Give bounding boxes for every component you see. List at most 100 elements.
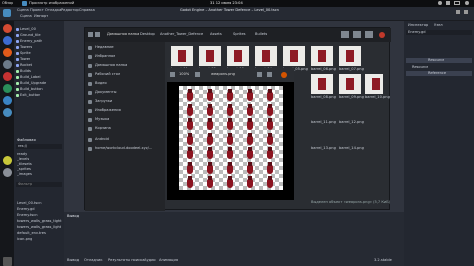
resource-row[interactable]: Resource	[406, 58, 472, 63]
scene-item[interactable]: Tower	[14, 57, 64, 62]
sprite-sheet-canvas[interactable]	[179, 86, 283, 190]
dock-app-icon[interactable]	[3, 36, 12, 45]
zoom-level[interactable]: 100%	[179, 72, 189, 77]
file-thumb[interactable]	[255, 46, 277, 66]
dock-app-icon[interactable]	[3, 60, 12, 69]
tab-inspector[interactable]: Инспектор	[408, 23, 428, 28]
file-item[interactable]: Enemy.tscn	[17, 213, 38, 218]
scene-item[interactable]: Build_Label	[14, 75, 64, 80]
sidebar-item-home[interactable]: Домашняя папка	[85, 62, 165, 70]
godot-dock-icon[interactable]	[3, 108, 12, 117]
file-thumb[interactable]	[311, 46, 333, 66]
volume-icon[interactable]	[446, 1, 450, 5]
filesystem-search[interactable]: Фильтр	[16, 182, 62, 187]
minimize-icon[interactable]	[456, 10, 460, 14]
menu-help[interactable]: Справка	[79, 8, 95, 13]
file-thumb[interactable]	[283, 46, 305, 66]
dock-app-icon[interactable]	[3, 168, 12, 177]
file-item[interactable]: icon.png	[17, 237, 32, 242]
sidebar-item-desktop[interactable]: Рабочий стол	[85, 71, 165, 79]
scene-item[interactable]: Towers	[14, 45, 64, 50]
dock-app-icon[interactable]	[3, 84, 12, 93]
sidebar-item-network[interactable]: home/workcloud.doodeel.xyz/...	[85, 145, 165, 153]
path-segment[interactable]: Assets	[210, 32, 222, 37]
show-apps-icon[interactable]	[3, 257, 12, 266]
file-item[interactable]: towers_walls_grass_light	[17, 225, 61, 230]
clock[interactable]: 31 12 июля 23:04	[210, 1, 243, 6]
search-icon[interactable]	[341, 31, 349, 38]
menu-editor[interactable]: Редактор	[61, 8, 79, 13]
tab-debugger[interactable]: Отладчик	[84, 258, 103, 263]
path-segment[interactable]: Another_Tower_Defence	[160, 32, 203, 37]
menu-icon[interactable]	[267, 72, 272, 77]
file-thumb[interactable]	[365, 74, 383, 94]
file-item[interactable]: towers_walls_grass_tight	[17, 219, 62, 224]
path-segment[interactable]: Desktop	[140, 32, 155, 37]
tab-output[interactable]: Вывод	[67, 258, 79, 263]
view-icon[interactable]	[353, 31, 361, 38]
tab-animation[interactable]: Анимация	[159, 258, 178, 263]
scene-item[interactable]: Build_button	[14, 87, 64, 92]
filesystem-path[interactable]: res://	[16, 144, 62, 149]
dock-app-icon[interactable]	[3, 72, 12, 81]
network-icon[interactable]	[438, 1, 442, 5]
sidebar-item-music[interactable]: Музыка	[85, 116, 165, 124]
sidebar-item-downloads[interactable]: Загрузки	[85, 98, 165, 106]
sidebar-item-documents[interactable]: Документы	[85, 89, 165, 97]
path-segment[interactable]: Bullets	[255, 32, 267, 37]
firefox-icon[interactable]	[3, 48, 12, 57]
sidebar-item-recent[interactable]: Недавние	[85, 44, 165, 52]
file-item[interactable]: default_env.tres	[17, 231, 46, 236]
close-icon[interactable]	[379, 32, 385, 38]
sidebar-item-images[interactable]: Изображения	[85, 107, 165, 115]
tab-search-results[interactable]: Результаты поиска	[108, 258, 144, 263]
back-icon[interactable]	[88, 32, 93, 37]
scene-item[interactable]: Exit_button	[14, 93, 64, 98]
activities-button[interactable]: Обзор	[2, 1, 13, 6]
power-icon[interactable]	[465, 1, 469, 5]
folder-item[interactable]: _images	[17, 172, 32, 177]
file-thumb[interactable]	[339, 46, 361, 66]
inspector-object[interactable]: Enemy.gd	[406, 30, 472, 35]
dock-app-icon[interactable]	[3, 96, 12, 105]
tab-scene[interactable]: Сцена	[20, 14, 32, 19]
file-thumb[interactable]	[227, 46, 249, 66]
file-thumb[interactable]	[199, 46, 221, 66]
file-item[interactable]: Level_00.tscn	[17, 201, 42, 206]
scene-item[interactable]: Rocket	[14, 63, 64, 68]
sidebar-item-starred[interactable]: Избранное	[85, 53, 165, 61]
file-thumb[interactable]	[339, 74, 361, 94]
file-thumb[interactable]	[171, 46, 193, 66]
forward-icon[interactable]	[95, 32, 100, 37]
sidebar-item-videos[interactable]: Видео	[85, 80, 165, 88]
path-segment[interactable]: Sprites	[233, 32, 246, 37]
sidebar-item-trash[interactable]: Корзина	[85, 125, 165, 133]
app-title[interactable]: Просмотр изображений	[29, 1, 74, 6]
file-item[interactable]: Enemy.gd	[17, 207, 35, 212]
close-icon[interactable]	[464, 10, 468, 14]
close-icon[interactable]	[281, 72, 287, 78]
scene-item[interactable]: Ground_tile	[14, 33, 64, 38]
menu-debug[interactable]: Отладка	[45, 8, 61, 13]
scene-item[interactable]: Level_00	[14, 27, 64, 32]
dock-app-icon[interactable]	[3, 24, 12, 33]
scene-item[interactable]: Build_Upgrade	[14, 81, 64, 86]
battery-icon[interactable]	[454, 1, 460, 5]
menu-icon[interactable]	[365, 31, 373, 38]
scene-item[interactable]: Enemy_path	[14, 39, 64, 44]
path-segment[interactable]: Домашняя папка	[107, 32, 139, 37]
tab-node[interactable]: Узел	[434, 23, 443, 28]
zoom-out-icon[interactable]	[170, 72, 175, 77]
sidebar-item-android[interactable]: Android	[85, 136, 165, 144]
reference-row[interactable]: Reference	[406, 71, 472, 76]
scene-item[interactable]: Builds	[14, 69, 64, 74]
tab-audio[interactable]: Аудио	[144, 258, 156, 263]
gallery-icon[interactable]	[257, 72, 262, 77]
menu-scene[interactable]: Сцена	[17, 8, 29, 13]
file-thumb[interactable]	[311, 74, 333, 94]
dock-app-icon[interactable]	[3, 156, 12, 165]
tab-import[interactable]: Импорт	[34, 14, 48, 19]
zoom-in-icon[interactable]	[195, 72, 200, 77]
menu-project[interactable]: Проект	[30, 8, 44, 13]
scene-item[interactable]: Sprite	[14, 51, 64, 56]
